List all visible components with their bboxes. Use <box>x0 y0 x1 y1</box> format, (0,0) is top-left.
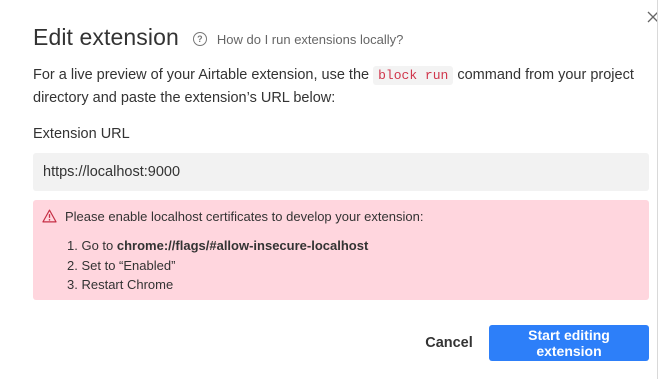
localhost-warning-alert: Please enable localhost certificates to … <box>33 200 649 300</box>
start-editing-extension-button[interactable]: Start editing extension <box>489 325 649 361</box>
warning-icon <box>42 209 57 223</box>
step-bold-text: chrome://flags/#allow-insecure-localhost <box>116 238 369 253</box>
help-link-text[interactable]: How do I run extensions locally? <box>217 32 403 47</box>
alert-title: Please enable localhost certificates to … <box>65 209 424 224</box>
close-button[interactable] <box>644 8 658 26</box>
cancel-button[interactable]: Cancel <box>418 325 480 361</box>
step-number: 3. <box>67 277 78 292</box>
alert-step: 3. Restart Chrome <box>67 275 368 295</box>
step-number: 2. <box>67 257 78 273</box>
step-text: Restart Chrome <box>81 277 174 292</box>
help-link[interactable]: ? How do I run extensions locally? <box>192 32 403 47</box>
edit-extension-dialog: Edit extension ? How do I run extensions… <box>0 0 658 379</box>
alert-step: 1. Go to chrome://flags/#allow-insecure-… <box>67 236 368 256</box>
step-text: Set to “Enabled” <box>81 257 176 273</box>
dialog-title: Edit extension <box>33 24 179 50</box>
dialog-description: For a live preview of your Airtable exte… <box>33 64 653 109</box>
question-circle-icon[interactable]: ? <box>192 32 207 46</box>
alert-step: 2. Set to “Enabled” <box>67 256 368 276</box>
step-text: Go to <box>81 238 117 253</box>
dialog-header: Edit extension ? How do I run extensions… <box>33 24 403 51</box>
alert-steps: 1. Go to chrome://flags/#allow-insecure-… <box>67 236 368 295</box>
description-text-before: For a live preview of your Airtable exte… <box>33 67 374 83</box>
step-number: 1. <box>67 238 78 253</box>
extension-url-input[interactable] <box>33 153 649 191</box>
command-code: block run <box>373 66 454 85</box>
extension-url-label: Extension URL <box>33 126 130 142</box>
